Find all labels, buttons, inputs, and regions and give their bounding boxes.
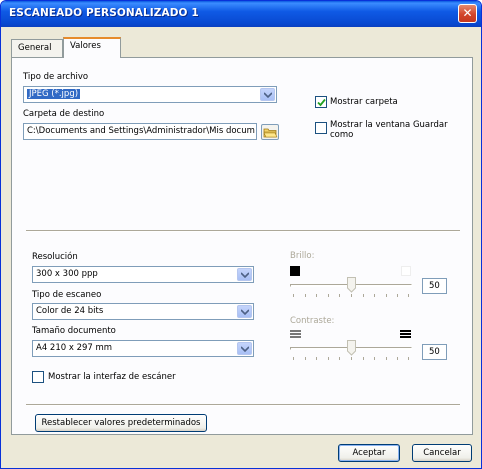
scan-type-value: Color de 24 bits — [36, 306, 104, 316]
chevron-down-icon — [241, 272, 249, 278]
chevron-down-icon — [264, 92, 272, 98]
show-folder-checkbox[interactable] — [315, 96, 327, 108]
doc-size-value: A4 210 x 297 mm — [36, 343, 113, 353]
high-contrast-icon — [400, 330, 411, 339]
resolution-label: Resolución — [32, 252, 78, 262]
brightness-value-field[interactable]: 50 — [422, 278, 447, 294]
brightness-slider-thumb[interactable] — [347, 277, 356, 293]
show-save-as-label-line2[interactable]: como — [330, 130, 353, 140]
contrast-label: Contraste: — [290, 316, 335, 326]
scan-type-label: Tipo de escaneo — [32, 290, 102, 300]
doc-size-select[interactable]: A4 210 x 297 mm — [32, 340, 254, 357]
title-bar[interactable]: ESCANEADO PERSONALIZADO 1 ✕ — [1, 1, 481, 27]
close-icon: ✕ — [462, 6, 473, 20]
cancel-button[interactable]: Cancelar — [412, 444, 472, 462]
contrast-slider-thumb[interactable] — [347, 340, 356, 356]
file-type-dropdown-button[interactable] — [260, 88, 275, 101]
dark-swatch-icon — [290, 266, 300, 276]
tab-general[interactable]: General — [11, 39, 63, 57]
show-scanner-interface-checkbox[interactable] — [32, 371, 44, 383]
resolution-select[interactable]: 300 x 300 ppp — [32, 266, 254, 283]
show-save-as-checkbox[interactable] — [315, 122, 327, 134]
file-type-value: JPEG (*.jpg) — [27, 89, 81, 99]
contrast-ticks — [293, 357, 409, 361]
scan-type-dropdown-button[interactable] — [237, 305, 252, 318]
close-button[interactable]: ✕ — [458, 4, 477, 23]
separator — [26, 230, 460, 232]
show-folder-label[interactable]: Mostrar carpeta — [330, 97, 398, 107]
file-type-label: Tipo de archivo — [23, 72, 89, 82]
scan-type-select[interactable]: Color de 24 bits — [32, 303, 254, 320]
resolution-dropdown-button[interactable] — [237, 268, 252, 281]
restore-defaults-button[interactable]: Restablecer valores predeterminados — [35, 414, 207, 432]
contrast-value-field[interactable]: 50 — [422, 344, 447, 360]
destination-field[interactable]: C:\Documents and Settings\Administrador\… — [23, 123, 257, 140]
low-contrast-icon — [290, 330, 301, 339]
chevron-down-icon — [241, 309, 249, 315]
tab-panel-valores: Tipo de archivo JPEG (*.jpg) Carpeta de … — [11, 57, 473, 435]
folder-browse-icon — [263, 128, 278, 138]
resolution-value: 300 x 300 ppp — [36, 269, 98, 279]
accept-button[interactable]: Aceptar — [338, 444, 400, 462]
checkmark-icon — [317, 98, 326, 107]
light-swatch-icon — [401, 266, 411, 276]
doc-size-dropdown-button[interactable] — [237, 342, 252, 355]
tab-valores[interactable]: Valores — [63, 37, 121, 58]
chevron-down-icon — [241, 346, 249, 352]
separator — [26, 404, 460, 406]
show-save-as-label-line1[interactable]: Mostrar la ventana Guardar — [330, 120, 448, 130]
destination-label: Carpeta de destino — [23, 109, 105, 119]
show-scanner-interface-label[interactable]: Mostrar la interfaz de escáner — [48, 372, 176, 382]
doc-size-label: Tamaño documento — [32, 326, 116, 336]
dialog-window: ESCANEADO PERSONALIZADO 1 ✕ General Valo… — [0, 0, 482, 469]
brightness-ticks — [293, 294, 409, 298]
file-type-select[interactable]: JPEG (*.jpg) — [23, 86, 277, 103]
brightness-label: Brillo: — [290, 251, 315, 261]
window-title: ESCANEADO PERSONALIZADO 1 — [9, 7, 199, 19]
browse-folder-button[interactable] — [261, 124, 279, 140]
